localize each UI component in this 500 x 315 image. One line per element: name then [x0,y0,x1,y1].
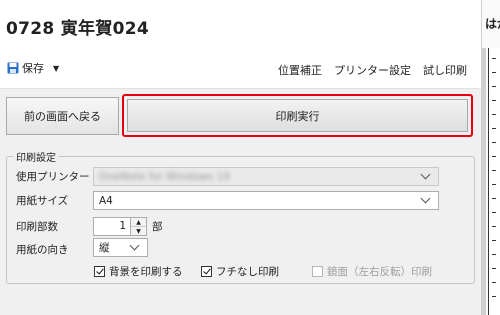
side-panel-scrollbar[interactable] [481,48,486,315]
title-bar: 0728 寅年賀024 [0,0,481,48]
orientation-select[interactable]: 縦 [93,238,148,257]
page-title: 0728 寅年賀024 [6,19,150,39]
mirror-print-checkbox[interactable]: 鏡面（左右反転）印刷 [312,264,432,279]
chevron-down-icon[interactable]: ▼ [53,64,59,73]
decrement-arrow-icon[interactable]: ▼ [131,227,146,235]
toolbar: 保存 ▼ 位置補正 プリンター設定 試し印刷 [0,48,481,89]
printer-label: 使用プリンター [16,171,90,183]
toolbar-links: 位置補正 プリンター設定 試し印刷 [278,62,467,78]
position-correction-link[interactable]: 位置補正 [278,62,322,78]
checkbox-checked-icon [94,266,105,277]
side-panel-heading: はが [485,17,500,31]
printer-settings-link[interactable]: プリンター設定 [334,62,411,78]
paper-size-label: 用紙サイズ [16,195,69,207]
copies-input[interactable]: 1 [93,217,131,236]
orientation-value: 縦 [99,242,110,254]
borderless-label: フチなし印刷 [216,266,279,278]
copies-label: 印刷部数 [16,221,58,233]
save-button[interactable]: 保存 ▼ [7,60,59,76]
print-settings-title: 印刷設定 [14,149,58,164]
print-background-checkbox[interactable]: 背景を印刷する [94,264,183,279]
paper-size-select[interactable]: A4 [93,191,439,210]
back-button[interactable]: 前の画面へ戻る [6,97,119,135]
increment-arrow-icon[interactable]: ▲ [131,218,146,227]
print-execute-button[interactable]: 印刷実行 [127,99,468,132]
copies-unit: 部 [152,221,163,233]
print-background-label: 背景を印刷する [109,266,183,278]
mirror-print-label: 鏡面（左右反転）印刷 [327,266,432,278]
test-print-link[interactable]: 試し印刷 [423,62,467,78]
orientation-label: 用紙の向き [16,244,69,256]
copies-spin-arrows: ▲ ▼ [131,217,147,236]
copies-stepper: 1 ▲ ▼ [93,217,147,236]
chevron-down-icon [129,240,140,251]
printer-select-value: OneNote for Windows 10 [99,170,230,183]
printer-select[interactable]: OneNote for Windows 10 [93,167,439,186]
paper-size-value: A4 [99,194,113,207]
borderless-checkbox[interactable]: フチなし印刷 [201,264,279,279]
chevron-down-icon [420,169,431,180]
postcard-preview [488,48,500,315]
checkbox-checked-icon [201,266,212,277]
floppy-disk-icon [7,62,19,74]
chevron-down-icon [420,193,431,204]
execute-highlight: 印刷実行 [122,94,473,137]
checkbox-unchecked-icon [312,266,323,277]
save-button-label: 保存 [22,62,44,75]
